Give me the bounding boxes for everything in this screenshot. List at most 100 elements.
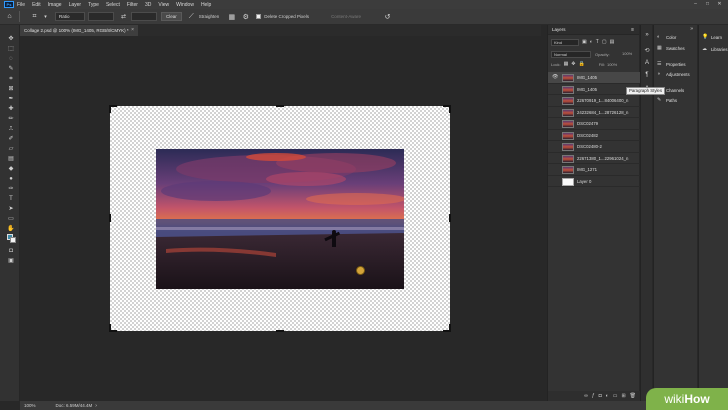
menu-window[interactable]: Window (176, 2, 194, 8)
mask-icon[interactable]: ◘ (599, 393, 602, 399)
smart-filter-icon[interactable]: ▤ (610, 39, 615, 45)
background-color-swatch[interactable] (10, 237, 16, 243)
move-tool-icon[interactable]: ✥ (7, 35, 15, 43)
panel-color[interactable]: ◐ Color (657, 33, 676, 41)
document-canvas[interactable] (109, 105, 451, 332)
panel-libraries[interactable]: ☁ Libraries (702, 45, 727, 53)
group-icon[interactable]: ▭ (613, 393, 618, 399)
document-tab[interactable]: Collage 2.psd @ 100% (IMG_1405, RGB/8/CM… (20, 25, 138, 36)
minimize-icon[interactable]: – (692, 1, 699, 7)
eyedropper-tool-icon[interactable]: ✒ (7, 95, 15, 103)
lock-pixels-icon[interactable]: ▦ (564, 61, 569, 67)
rectangle-tool-icon[interactable]: ▭ (7, 215, 15, 223)
fx-icon[interactable]: ƒ (592, 393, 595, 399)
crop-tool-icon[interactable]: ⌗ (30, 12, 39, 21)
close-tab-icon[interactable]: × (131, 25, 134, 36)
pen-tool-icon[interactable]: ✑ (7, 185, 15, 193)
dodge-tool-icon[interactable]: ● (7, 175, 15, 183)
link-icon[interactable]: ∞ (584, 393, 588, 399)
trash-icon[interactable]: 🗑 (630, 393, 636, 399)
layer-row[interactable]: DSC02480-2 (548, 141, 640, 153)
quick-select-tool-icon[interactable]: ✎ (7, 65, 15, 73)
layer-row[interactable]: 22671380_1...22961024_n (548, 153, 640, 164)
type-filter-icon[interactable]: T (596, 39, 599, 45)
layer-row[interactable]: 24232684_1...28726128_n (548, 107, 640, 118)
panel-menu-icon[interactable]: ≡ (631, 25, 634, 35)
adjustment-filter-icon[interactable]: ◐ (590, 39, 593, 45)
panel-adjustments[interactable]: ◑ Adjustments (657, 70, 690, 78)
marquee-tool-icon[interactable]: ⬚ (7, 45, 15, 53)
lasso-tool-icon[interactable]: ◌ (7, 55, 15, 63)
brush-tool-icon[interactable]: ✏ (7, 115, 15, 123)
clone-stamp-tool-icon[interactable]: ⎍ (7, 125, 15, 133)
panel-learn[interactable]: 💡 Learn (702, 33, 722, 41)
menu-edit[interactable]: Edit (32, 2, 41, 8)
shape-filter-icon[interactable]: ▢ (602, 39, 607, 45)
swap-icon[interactable]: ⇄ (119, 12, 128, 21)
home-icon[interactable]: ⌂ (5, 12, 14, 21)
crop-handle-bottom-left-v[interactable] (109, 324, 111, 332)
chevron-right-icon[interactable]: › (95, 403, 97, 409)
straighten-icon[interactable]: ⟋ (187, 12, 196, 21)
reset-icon[interactable]: ↺ (383, 12, 392, 21)
new-layer-icon[interactable]: ⊞ (621, 393, 625, 399)
fill-value[interactable]: 100% (607, 62, 617, 67)
delete-cropped-checkbox[interactable] (256, 14, 262, 19)
menu-image[interactable]: Image (48, 2, 62, 8)
quick-mask-icon[interactable]: ◘ (7, 247, 15, 255)
gear-icon[interactable]: ⚙ (241, 12, 250, 21)
layer-row[interactable]: 22670919_1...84006400_n (548, 95, 640, 107)
width-field[interactable] (88, 12, 114, 21)
layer-row[interactable]: IMG_1271 (548, 164, 640, 176)
crop-handle-top[interactable] (276, 105, 284, 107)
history-brush-tool-icon[interactable]: ✐ (7, 135, 15, 143)
menu-select[interactable]: Select (106, 2, 120, 8)
lock-move-icon[interactable]: ✥ (571, 61, 575, 67)
collapse-panels-icon[interactable]: » (690, 26, 693, 32)
menu-3d[interactable]: 3D (145, 2, 151, 8)
panel-swatches[interactable]: ▦ Swatches (657, 44, 685, 52)
layer-row[interactable]: DSC02479 (548, 118, 640, 130)
crop-handle-left[interactable] (109, 214, 111, 222)
photoshop-logo-icon[interactable]: Ps (4, 1, 14, 8)
clear-button[interactable]: Clear (161, 12, 182, 21)
menu-layer[interactable]: Layer (69, 2, 82, 8)
crop-tool-icon[interactable]: ⌗ (7, 75, 15, 83)
document-info[interactable]: Doc: 6.59M/44.4M (56, 403, 93, 408)
menu-view[interactable]: View (158, 2, 169, 8)
path-selection-tool-icon[interactable]: ➤ (7, 205, 15, 213)
visibility-eye-icon[interactable]: 👁 (552, 75, 558, 80)
character-icon[interactable]: A (643, 59, 651, 67)
close-window-icon[interactable]: ✕ (716, 1, 723, 7)
history-icon[interactable]: ⟲ (643, 47, 651, 55)
panel-properties[interactable]: ☰ Properties (657, 60, 686, 68)
hand-tool-icon[interactable]: ✋ (7, 225, 15, 233)
chevron-down-icon[interactable]: ▾ (41, 12, 50, 21)
crop-handle-top-right-v[interactable] (449, 105, 451, 113)
paragraph-icon[interactable]: ¶ (643, 71, 651, 79)
type-tool-icon[interactable]: T (7, 195, 15, 203)
panel-paths[interactable]: ✎ Paths (657, 96, 677, 104)
menu-filter[interactable]: Filter (127, 2, 138, 8)
pixel-filter-icon[interactable]: ▣ (582, 39, 587, 45)
screen-mode-icon[interactable]: ▣ (7, 257, 15, 265)
layer-row[interactable]: 👁 IMG_1405 (548, 72, 640, 84)
lock-all-icon[interactable]: 🔒 (579, 61, 585, 67)
crop-handle-right[interactable] (449, 214, 451, 222)
frame-tool-icon[interactable]: ⊠ (7, 85, 15, 93)
straighten-label[interactable]: Straighten (199, 14, 220, 19)
crop-handle-bottom-right-v[interactable] (449, 324, 451, 332)
collapse-icon[interactable]: » (643, 31, 651, 39)
maximize-icon[interactable]: □ (704, 1, 711, 7)
sunset-surfer-photo[interactable] (156, 149, 404, 289)
ratio-select[interactable]: Ratio (55, 12, 85, 21)
opacity-value[interactable]: 100% (622, 50, 632, 58)
adjustment-icon[interactable]: ◐ (606, 393, 609, 399)
height-field[interactable] (131, 12, 157, 21)
layers-panel-title[interactable]: Layers (552, 27, 566, 32)
crop-handle-top-left-v[interactable] (109, 105, 111, 113)
healing-brush-tool-icon[interactable]: ✚ (7, 105, 15, 113)
menu-file[interactable]: File (17, 2, 25, 8)
layer-row[interactable]: DSC02482 (548, 130, 640, 141)
crop-handle-bottom[interactable] (276, 330, 284, 332)
